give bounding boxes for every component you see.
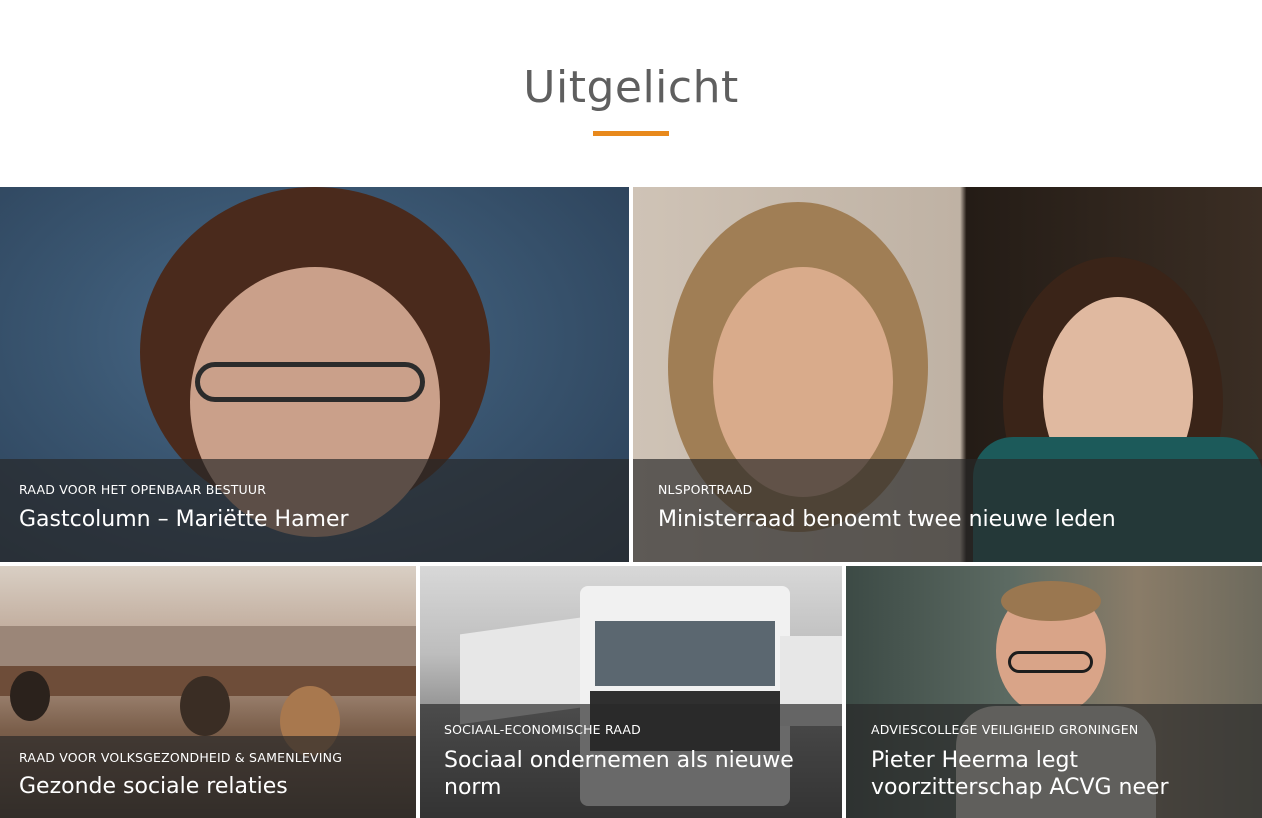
title-underline xyxy=(593,131,669,136)
featured-card-ser[interactable]: SOCIAAL-ECONOMISCHE RAAD Sociaal onderne… xyxy=(420,566,842,818)
card-category: SOCIAAL-ECONOMISCHE RAAD xyxy=(444,722,642,737)
featured-page: Uitgelicht RAAD VOOR HET OPENBAAR BESTUU… xyxy=(0,0,1262,818)
card-headline: Pieter Heerma legt voorzitterschap ACVG … xyxy=(871,748,1169,800)
card-headline: Gastcolumn – Mariëtte Hamer xyxy=(19,507,349,532)
card-headline: Sociaal ondernemen als nieuwe norm xyxy=(444,748,794,800)
card-headline: Gezonde sociale relaties xyxy=(19,774,288,799)
card-category: ADVIESCOLLEGE VEILIGHEID GRONINGEN xyxy=(871,722,1139,737)
card-headline: Ministerraad benoemt twee nieuwe leden xyxy=(658,507,1116,532)
featured-card-nlsportraad[interactable]: NLSPORTRAAD Ministerraad benoemt twee ni… xyxy=(633,187,1262,562)
card-category: NLSPORTRAAD xyxy=(658,482,753,497)
card-category: RAAD VOOR VOLKSGEZONDHEID & SAMENLEVING xyxy=(19,750,343,765)
featured-card-hamer[interactable]: RAAD VOOR HET OPENBAAR BESTUUR Gastcolum… xyxy=(0,187,629,562)
featured-card-acvg[interactable]: ADVIESCOLLEGE VEILIGHEID GRONINGEN Piete… xyxy=(846,566,1262,818)
featured-card-rvs[interactable]: RAAD VOOR VOLKSGEZONDHEID & SAMENLEVING … xyxy=(0,566,416,818)
card-category: RAAD VOOR HET OPENBAAR BESTUUR xyxy=(19,482,267,497)
section-title: Uitgelicht xyxy=(523,62,739,113)
